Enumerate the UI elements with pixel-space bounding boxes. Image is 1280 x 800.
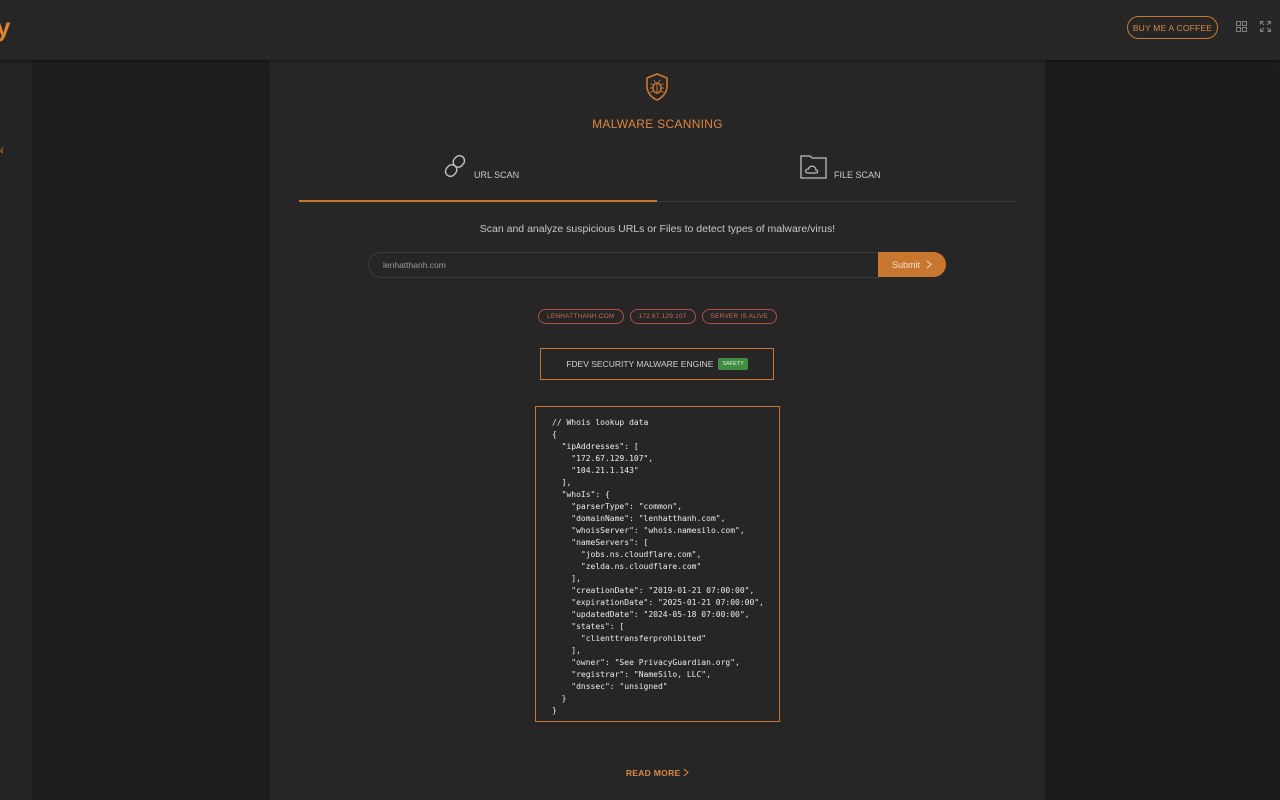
- url-input-wrapper: [368, 252, 878, 278]
- code-line: "parserType": "common",: [552, 502, 683, 511]
- chevron-right-icon: [926, 260, 932, 269]
- sidebar: AN: [0, 60, 32, 800]
- url-input[interactable]: [369, 253, 878, 277]
- grid-icon[interactable]: [1236, 21, 1247, 32]
- read-more-link[interactable]: READ MORE: [270, 768, 1045, 778]
- buy-me-a-coffee-button[interactable]: BUY ME A COFFEE: [1127, 16, 1218, 39]
- code-line: {: [552, 430, 557, 439]
- scan-result-badges: LENHATTHANH.COM 172.67.129.107 SERVER IS…: [270, 309, 1045, 324]
- code-line: "whoIs": {: [552, 490, 610, 499]
- safety-status-badge: SAFETY: [718, 358, 748, 370]
- scan-description: Scan and analyze suspicious URLs or File…: [479, 223, 836, 235]
- server-status-badge: SERVER IS ALIVE: [701, 309, 777, 324]
- code-line: "states": [: [552, 622, 625, 631]
- fullscreen-icon[interactable]: [1260, 21, 1271, 32]
- whois-code-block: // Whois lookup data { "ipAddresses": [ …: [535, 406, 780, 722]
- code-line: "clienttransferprohibited": [552, 634, 707, 643]
- tab-url-scan-label: URL SCAN: [474, 170, 520, 180]
- code-line: "nameServers": [: [552, 538, 649, 547]
- submit-button[interactable]: Submit: [878, 252, 946, 277]
- submit-label: Submit: [891, 259, 920, 270]
- code-line: "domainName": "lenhatthanh.com",: [552, 514, 726, 523]
- tab-file-scan-label: FILE SCAN: [834, 170, 881, 180]
- code-line: "dnssec": "unsigned": [552, 682, 668, 691]
- engine-label: FDEV SECURITY MALWARE ENGINE: [566, 359, 714, 369]
- code-line: "zelda.ns.cloudflare.com": [552, 562, 702, 571]
- code-line: "ipAddresses": [: [552, 442, 639, 451]
- code-line: "creationDate": "2019-01-21 07:00:00",: [552, 586, 755, 595]
- active-tab-indicator: [299, 200, 657, 202]
- code-line: "172.67.129.107",: [552, 454, 654, 463]
- code-line: // Whois lookup data: [552, 418, 649, 427]
- right-background: [1045, 60, 1280, 800]
- ip-badge: 172.67.129.107: [629, 309, 696, 324]
- scan-panel: MALWARE SCANNING URL SCAN FILE SCAN Scan…: [270, 60, 1045, 800]
- code-line: ],: [552, 574, 581, 583]
- code-line: }: [552, 694, 567, 703]
- code-line: ],: [552, 478, 572, 487]
- sidebar-item-malware-scan[interactable]: AN: [0, 146, 3, 155]
- code-line: "updatedDate": "2024-05-18 07:00:00",: [552, 610, 750, 619]
- domain-badge: LENHATTHANH.COM: [538, 309, 624, 324]
- tab-url-scan[interactable]: URL SCAN: [442, 152, 519, 180]
- malware-engine-result: FDEV SECURITY MALWARE ENGINE SAFETY: [540, 348, 774, 380]
- folder-cloud-icon: [800, 155, 827, 179]
- brand-logo[interactable]: y: [0, 12, 10, 43]
- shield-bug-icon: [646, 73, 668, 101]
- read-more-label: READ MORE: [625, 768, 681, 778]
- code-line: ],: [552, 646, 581, 655]
- page-title: MALWARE SCANNING: [592, 117, 723, 131]
- code-line: "jobs.ns.cloudflare.com",: [552, 550, 702, 559]
- code-line: "owner": "See PrivacyGuardian.org",: [552, 658, 740, 667]
- code-line: "104.21.1.143": [552, 466, 639, 475]
- top-bar: y BUY ME A COFFEE: [0, 0, 1280, 60]
- code-line: "whoisServer": "whois.namesilo.com",: [552, 526, 745, 535]
- tab-file-scan[interactable]: FILE SCAN: [800, 152, 881, 180]
- code-line: }: [552, 706, 557, 715]
- code-line: "registrar": "NameSilo, LLC",: [552, 670, 711, 679]
- code-line: "expirationDate": "2025-01-21 07:00:00",: [552, 598, 764, 607]
- link-icon: [444, 154, 466, 178]
- chevron-right-icon: [683, 768, 689, 777]
